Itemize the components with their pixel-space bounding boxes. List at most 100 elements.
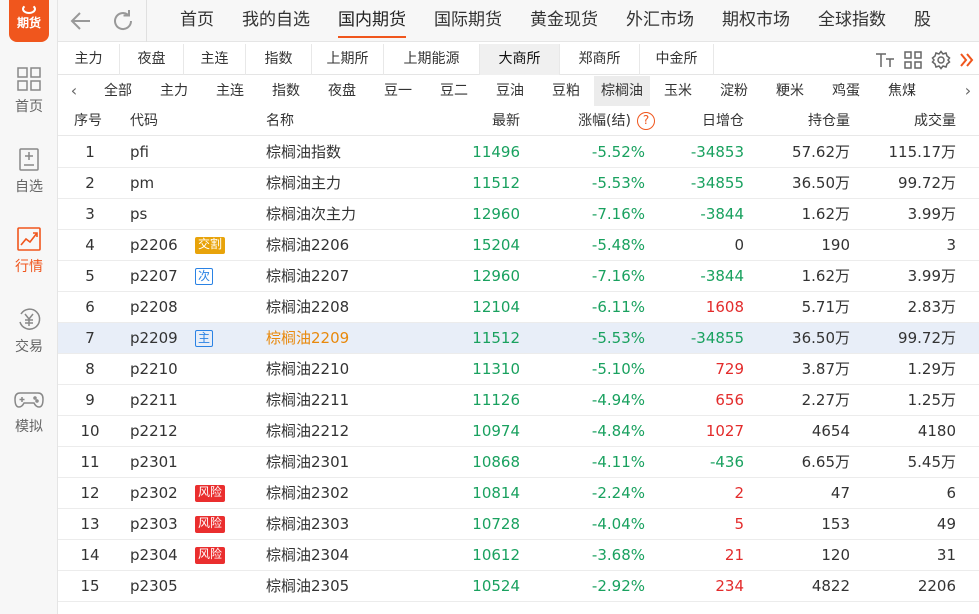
cell-name: 棕榈油2207 [266, 267, 350, 285]
table-row[interactable]: 11 p2301 棕榈油2301 10868 -4.11% -436 6.65万 5.45万 [58, 447, 979, 478]
ex-tab-ine[interactable]: 上期能源 [384, 44, 480, 75]
cell-open-interest: 47 [830, 484, 850, 502]
cell-last-price: 11126 [472, 391, 520, 409]
cell-index: 1 [85, 143, 95, 161]
cell-open-interest: 36.50万 [792, 329, 850, 347]
table-row[interactable]: 2 pm 棕榈油主力 11512 -5.53% -34855 36.50万 99.72万 [58, 168, 979, 199]
cell-name: 棕榈油2212 [266, 422, 350, 440]
cell-daily-oi-change: 1608 [705, 298, 744, 316]
font-size-icon[interactable] [875, 50, 895, 70]
tab-domestic-futures[interactable]: 国内期货 [324, 0, 420, 42]
sidebar-item-quotes[interactable]: 行情 [0, 226, 58, 286]
table-row[interactable]: 10 p2212 棕榈油2212 10974 -4.84% 1027 4654 4180 [58, 416, 979, 447]
ex-tab-czce[interactable]: 郑商所 [560, 44, 640, 75]
cell-volume: 4180 [917, 422, 956, 440]
ex-tab-main[interactable]: 主力 [58, 44, 120, 75]
chevron-right-icon[interactable]: › [958, 80, 978, 102]
back-arrow-icon[interactable] [68, 8, 94, 34]
cell-last-price: 12960 [472, 267, 520, 285]
table-row[interactable]: 7 p2209 棕榈油2209 11512 -5.53% -34855 36.50万 99.7… [58, 323, 979, 354]
cat-rice[interactable]: 粳米 [762, 76, 818, 106]
col-header-index[interactable]: 序号 [74, 106, 102, 136]
cell-name: 棕榈油2305 [266, 577, 350, 595]
gear-icon[interactable] [931, 49, 951, 70]
logo-mark-icon [22, 4, 36, 14]
cell-change-pct: -5.53% [591, 174, 645, 192]
ex-tab-night[interactable]: 夜盘 [120, 44, 184, 75]
col-header-daily-oi-change[interactable]: 日增仓 [658, 106, 744, 136]
col-header-change[interactable]: 涨幅(结)? [553, 106, 655, 136]
chevron-left-icon[interactable]: ‹ [64, 80, 84, 102]
table-row[interactable]: 13 p2303 棕榈油2303 10728 -4.04% 5 153 49 风险 [58, 509, 979, 540]
tab-my-watchlist[interactable]: 我的自选 [228, 0, 324, 42]
tab-forex[interactable]: 外汇市场 [612, 0, 708, 42]
cell-code: p2304 [130, 546, 178, 564]
cell-name: 棕榈油主力 [266, 174, 342, 192]
table-row[interactable]: 4 p2206 棕榈油2206 15204 -5.48% 0 190 3 交割 [58, 230, 979, 261]
tab-international-futures[interactable]: 国际期货 [420, 0, 516, 42]
tab-options[interactable]: 期权市场 [708, 0, 804, 42]
ex-tab-continuous[interactable]: 主连 [184, 44, 246, 75]
cat-main[interactable]: 主力 [146, 76, 202, 106]
cell-index: 14 [80, 546, 100, 564]
cat-night[interactable]: 夜盘 [314, 76, 370, 106]
cell-volume: 6 [946, 484, 956, 502]
tab-gold-spot[interactable]: 黄金现货 [516, 0, 612, 42]
cell-code: p2211 [130, 391, 178, 409]
table-row[interactable]: 12 p2302 棕榈油2302 10814 -2.24% 2 47 6 风险 [58, 478, 979, 509]
table-row[interactable]: 3 ps 棕榈油次主力 12960 -7.16% -3844 1.62万 3.99万 [58, 199, 979, 230]
sidebar-item-watchlist[interactable]: 自选 [0, 146, 58, 206]
cell-volume: 2206 [917, 577, 956, 595]
cat-index[interactable]: 指数 [258, 76, 314, 106]
cell-daily-oi-change: 21 [724, 546, 744, 564]
tab-stocks[interactable]: 股 [900, 0, 945, 42]
col-header-last[interactable]: 最新 [438, 106, 520, 136]
table-row[interactable]: 14 p2304 棕榈油2304 10612 -3.68% 21 120 31 风险 [58, 540, 979, 571]
cell-open-interest: 2.27万 [801, 391, 850, 409]
cell-last-price: 11310 [472, 360, 520, 378]
table-row[interactable]: 5 p2207 棕榈油2207 12960 -7.16% -3844 1.62万 3.99万 次 [58, 261, 979, 292]
cat-continuous[interactable]: 主连 [202, 76, 258, 106]
cell-open-interest: 3.87万 [801, 360, 850, 378]
cat-starch[interactable]: 淀粉 [706, 76, 762, 106]
cat-all[interactable]: 全部 [90, 76, 146, 106]
col-header-code[interactable]: 代码 [130, 106, 158, 136]
cell-daily-oi-change: -34855 [690, 329, 744, 347]
tab-global-index[interactable]: 全球指数 [804, 0, 900, 42]
cell-change-pct: -3.68% [591, 546, 645, 564]
col-header-volume[interactable]: 成交量 [860, 106, 956, 136]
cat-corn[interactable]: 玉米 [650, 76, 706, 106]
table-row[interactable]: 9 p2211 棕榈油2211 11126 -4.94% 656 2.27万 1.25万 [58, 385, 979, 416]
table-row[interactable]: 15 p2305 棕榈油2305 10524 -2.92% 234 4822 2206 [58, 571, 979, 602]
cell-last-price: 10524 [472, 577, 520, 595]
cat-soybean-1[interactable]: 豆一 [370, 76, 426, 106]
grid-layout-icon[interactable] [903, 50, 923, 70]
cat-soybean-meal[interactable]: 豆粕 [538, 76, 594, 106]
cat-egg[interactable]: 鸡蛋 [818, 76, 874, 106]
table-row[interactable]: 6 p2208 棕榈油2208 12104 -6.11% 1608 5.71万 2.83万 [58, 292, 979, 323]
cat-palm-oil[interactable]: 棕榈油 [594, 76, 650, 106]
double-chevron-right-icon[interactable] [959, 50, 975, 70]
cell-index: 8 [85, 360, 95, 378]
sidebar-item-simulate[interactable]: 模拟 [0, 386, 58, 446]
help-icon[interactable]: ? [637, 112, 655, 130]
ex-tab-index[interactable]: 指数 [246, 44, 312, 75]
cat-coking-coal[interactable]: 焦煤 [874, 76, 930, 106]
ex-tab-cffex[interactable]: 中金所 [640, 44, 714, 75]
sidebar-item-trade[interactable]: 交易 [0, 306, 58, 366]
sidebar-item-home[interactable]: 首页 [0, 66, 58, 126]
cell-open-interest: 1.62万 [801, 205, 850, 223]
cat-soybean-oil[interactable]: 豆油 [482, 76, 538, 106]
ex-tab-shfe[interactable]: 上期所 [312, 44, 384, 75]
tab-home[interactable]: 首页 [166, 0, 228, 42]
category-list: 全部 主力 主连 指数 夜盘 豆一 豆二 豆油 豆粕 棕榈油 玉米 淀粉 粳米 … [90, 76, 930, 106]
table-row[interactable]: 8 p2210 棕榈油2210 11310 -5.10% 729 3.87万 1.29万 [58, 354, 979, 385]
col-header-name[interactable]: 名称 [266, 106, 294, 136]
cat-soybean-2[interactable]: 豆二 [426, 76, 482, 106]
table-row[interactable]: 1 pfi 棕榈油指数 11496 -5.52% -34853 57.62万 115.17万 [58, 137, 979, 168]
col-header-open-interest[interactable]: 持仓量 [758, 106, 850, 136]
cell-volume: 3.99万 [907, 205, 956, 223]
cell-open-interest: 4654 [811, 422, 850, 440]
ex-tab-dce[interactable]: 大商所 [480, 44, 560, 75]
refresh-icon[interactable] [110, 8, 136, 34]
